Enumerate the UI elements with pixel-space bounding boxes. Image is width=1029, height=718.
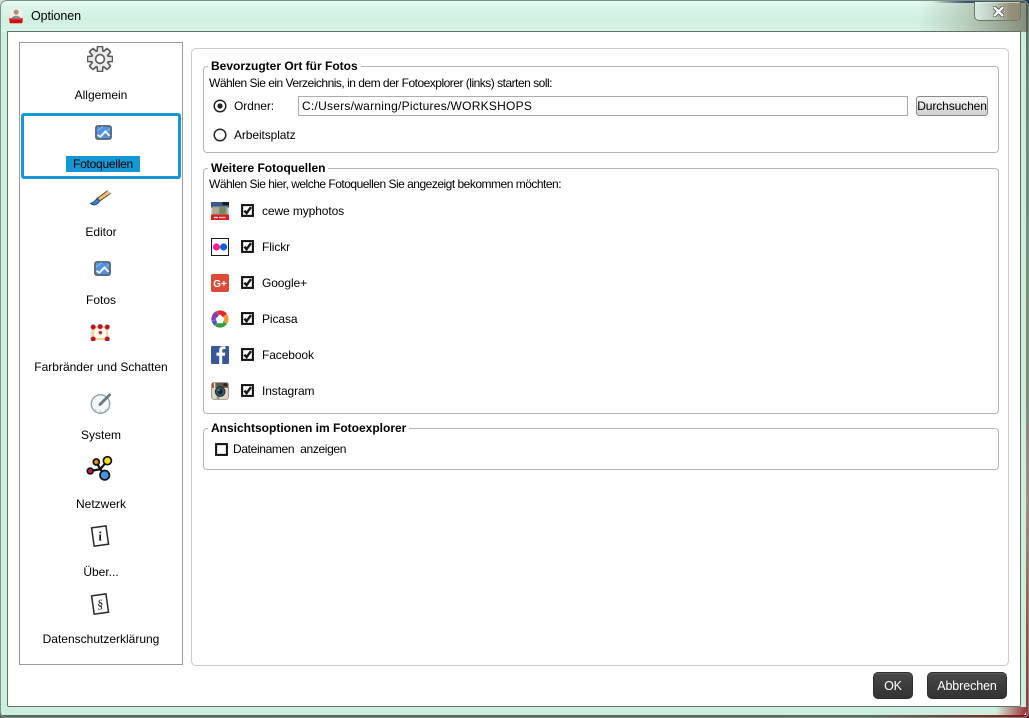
svg-text:G+: G+ (213, 279, 227, 290)
